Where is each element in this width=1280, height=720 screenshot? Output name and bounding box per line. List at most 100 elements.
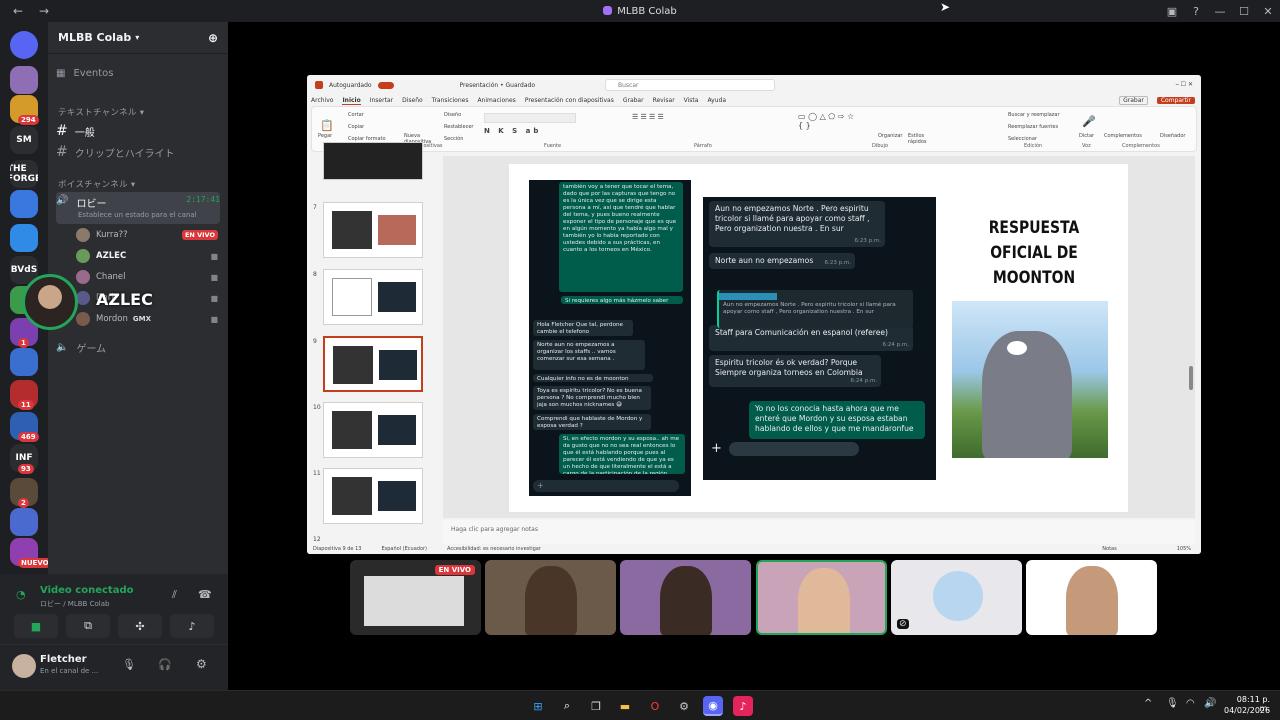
voice-user[interactable]: AZLEC ■ xyxy=(76,247,218,265)
voice-user[interactable]: Kurra?? EN VIVO xyxy=(76,226,218,244)
headphones-icon[interactable]: 🎧 xyxy=(158,658,172,671)
cut-button[interactable]: Cortar xyxy=(348,112,364,118)
scrollbar[interactable] xyxy=(1189,366,1193,390)
server-icon[interactable] xyxy=(10,66,38,94)
events-item[interactable]: ▦ Eventos xyxy=(56,63,220,83)
server-icon[interactable] xyxy=(10,190,38,218)
ppt-tab[interactable]: Presentación con diapositivas xyxy=(525,97,614,105)
video-tile[interactable] xyxy=(756,560,887,635)
section-button[interactable]: Sección xyxy=(444,136,463,142)
discord-icon[interactable]: ◉ xyxy=(703,696,723,716)
slide-thumbnail[interactable] xyxy=(323,269,423,325)
zoom-level[interactable]: 105% xyxy=(1177,546,1191,552)
ppt-tab[interactable]: Archivo xyxy=(311,97,333,105)
volume-icon[interactable]: 🔊 xyxy=(1204,698,1216,709)
activities-button[interactable]: ✣ xyxy=(118,614,162,638)
voice-user[interactable]: Mordon GMX ■ xyxy=(76,310,218,328)
tiktok-icon[interactable]: ♪ xyxy=(733,696,753,716)
server-header[interactable]: MLBB Colab ▾ ⊕ xyxy=(48,22,228,54)
chevron-up-icon[interactable]: ^ xyxy=(1144,698,1152,709)
search-icon[interactable]: ⌕ xyxy=(557,696,577,716)
video-tile[interactable] xyxy=(1026,560,1157,635)
server-icon[interactable]: SM xyxy=(10,126,38,154)
inbox-icon[interactable]: ▣ xyxy=(1160,5,1184,18)
ppt-tab[interactable]: Ayuda xyxy=(707,97,726,105)
ppt-tab[interactable]: Vista xyxy=(684,97,699,105)
ppt-tab[interactable]: Animaciones xyxy=(477,97,515,105)
search-input[interactable]: Buscar xyxy=(604,79,775,91)
font-name-select[interactable] xyxy=(484,113,576,123)
ppt-tab[interactable]: Grabar xyxy=(623,97,644,105)
autosave-toggle[interactable] xyxy=(377,81,394,89)
channel-general[interactable]: # 一般 xyxy=(56,121,220,141)
wifi-icon[interactable]: ◠ xyxy=(1186,698,1195,709)
channel-clips[interactable]: # クリップとハイライト xyxy=(56,142,220,162)
avatar[interactable] xyxy=(12,654,36,678)
help-icon[interactable]: ? xyxy=(1184,5,1208,18)
text-category[interactable]: テキストチャンネル ▾ xyxy=(58,106,144,118)
add-member-icon[interactable]: ⊕ xyxy=(208,31,218,45)
app-icon[interactable]: ⚙ xyxy=(674,696,694,716)
ppt-tab[interactable]: Insertar xyxy=(370,97,393,105)
screen-share-button[interactable]: ⧉ xyxy=(66,614,110,638)
disconnect-icon[interactable]: ☎ xyxy=(198,588,212,601)
notes-button[interactable]: Notas xyxy=(1102,546,1116,552)
start-icon[interactable]: ⊞ xyxy=(528,696,548,716)
ppt-tab[interactable]: Inicio xyxy=(342,97,361,105)
server-icon[interactable] xyxy=(10,348,38,376)
shapes-gallery[interactable]: ▭ ◯ △ ⬠ ⇨ ☆ { } xyxy=(798,112,858,130)
microphone-icon[interactable]: 🎙 xyxy=(1166,698,1179,709)
video-tile[interactable]: ⊘ xyxy=(891,560,1022,635)
font-format-buttons[interactable]: N K S ab xyxy=(484,127,541,135)
ppt-tab[interactable]: Revisar xyxy=(653,97,675,105)
video-button[interactable]: ■ xyxy=(14,614,58,638)
server-icon[interactable] xyxy=(10,31,38,59)
slide-thumbnail[interactable] xyxy=(323,468,423,524)
server-icon[interactable] xyxy=(10,508,38,536)
opera-icon[interactable]: O xyxy=(645,696,665,716)
maximize-button[interactable]: ☐ xyxy=(1232,5,1256,18)
ppt-tab[interactable]: Diseño xyxy=(402,97,423,105)
microphone-icon[interactable]: 🎙 xyxy=(122,658,136,671)
slide-thumbnail[interactable] xyxy=(323,142,423,180)
voice-user[interactable]: Chanel ■ xyxy=(76,268,218,286)
slide-thumbnail[interactable] xyxy=(323,336,423,392)
minimize-button[interactable]: — xyxy=(1208,5,1232,18)
server-icon[interactable] xyxy=(10,224,38,252)
close-button[interactable]: ✕ xyxy=(1256,5,1280,18)
dictate-icon[interactable]: 🎤 xyxy=(1082,115,1096,128)
voice-channel-lobby[interactable]: 🔊 ロビー 2:17:41 Establece un estado para e… xyxy=(56,192,220,224)
replace-fonts-button[interactable]: Reemplazar fuentes xyxy=(1008,124,1058,130)
arrange-button[interactable]: Organizar xyxy=(878,133,902,139)
settings-gear-icon[interactable]: ⚙ xyxy=(196,657,207,671)
notes-pane[interactable]: Haga clic para agregar notas xyxy=(443,520,1195,544)
addins-button[interactable]: Complementos xyxy=(1104,133,1142,139)
server-icon[interactable]: THE FORGE xyxy=(10,160,38,188)
layout-button[interactable]: Diseño xyxy=(444,112,461,118)
window-controls[interactable]: ⎯ ☐ ✕ xyxy=(1176,81,1193,89)
record-button[interactable]: Grabar xyxy=(1119,96,1148,105)
video-tile[interactable] xyxy=(485,560,616,635)
copy-button[interactable]: Copiar xyxy=(348,124,364,130)
task-view-icon[interactable]: ❐ xyxy=(586,696,606,716)
select-button[interactable]: Seleccionar xyxy=(1008,136,1037,142)
back-arrow-icon[interactable]: ← xyxy=(10,4,26,18)
find-button[interactable]: Buscar y reemplazar xyxy=(1008,112,1060,118)
video-tile[interactable] xyxy=(620,560,751,635)
paste-icon[interactable]: 📋 xyxy=(320,119,334,132)
slide-thumbnail[interactable] xyxy=(323,202,423,258)
ppt-tab[interactable]: Transiciones xyxy=(432,97,469,105)
noise-suppression-icon[interactable]: ⫽ xyxy=(172,588,177,602)
soundboard-button[interactable]: ♪ xyxy=(170,614,214,638)
designer-button[interactable]: Diseñador xyxy=(1160,133,1185,139)
voice-channel-game[interactable]: 🔈 ゲーム xyxy=(56,337,220,357)
slide-thumbnail[interactable] xyxy=(323,402,423,458)
video-tile[interactable]: EN VIVO xyxy=(350,560,481,635)
file-explorer-icon[interactable]: ▬ xyxy=(615,696,635,716)
forward-arrow-icon[interactable]: → xyxy=(36,4,52,18)
voice-category[interactable]: ボイスチャンネル ▾ xyxy=(58,178,135,190)
share-button[interactable]: Compartir xyxy=(1156,97,1195,104)
paragraph-buttons[interactable]: ☰ ☰ ☰ ☰ xyxy=(632,113,664,121)
reset-button[interactable]: Restablecer xyxy=(444,124,473,130)
quick-styles-button[interactable]: Estilos rápidos xyxy=(908,133,932,145)
